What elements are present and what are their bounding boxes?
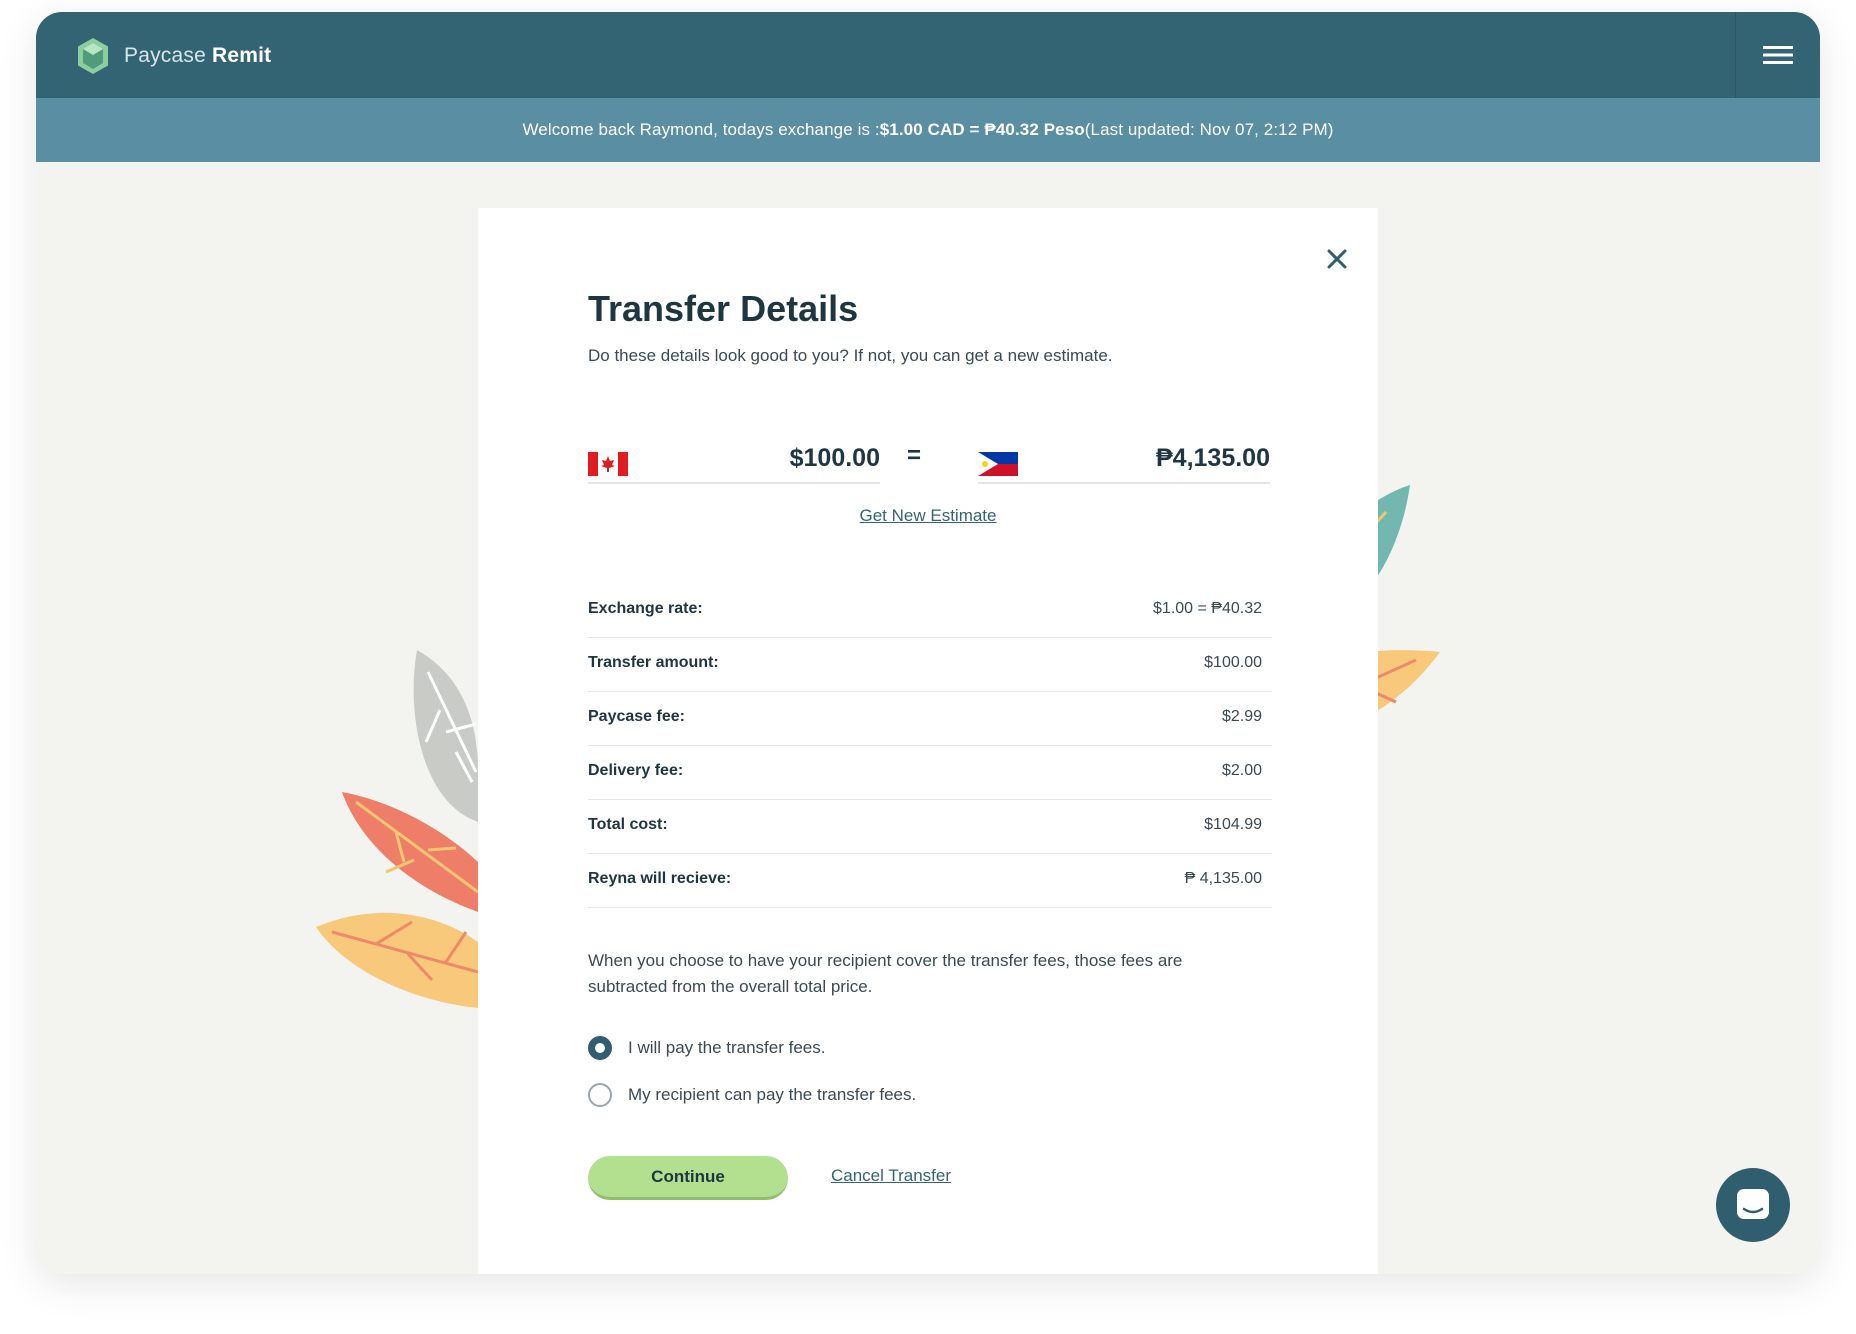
radio-option-recipient-pays[interactable]: My recipient can pay the transfer fees. xyxy=(588,1081,916,1109)
detail-label: Delivery fee: xyxy=(588,762,684,779)
detail-label: Paycase fee: xyxy=(588,708,685,725)
radio-option-sender-pays[interactable]: I will pay the transfer fees. xyxy=(588,1034,825,1062)
detail-row: Delivery fee: $2.00 xyxy=(588,746,1272,800)
brand-name-bold: Remit xyxy=(212,44,272,67)
detail-value: $100.00 xyxy=(1204,654,1262,671)
transfer-details-modal: Transfer Details Do these details look g… xyxy=(478,208,1378,1274)
fee-note: When you choose to have your recipient c… xyxy=(588,951,1183,996)
philippines-flag-icon xyxy=(978,452,1018,476)
detail-row: Total cost: $104.99 xyxy=(588,800,1272,854)
radio-button-checked[interactable] xyxy=(588,1036,612,1060)
receive-amount-field[interactable]: ₱4,135.00 xyxy=(978,438,1270,484)
close-button[interactable] xyxy=(1319,241,1355,277)
send-amount-field[interactable]: $100.00 xyxy=(588,438,880,484)
banner-rate: $1.00 CAD = ₱40.32 Peso xyxy=(879,120,1085,139)
detail-label: Reyna will recieve: xyxy=(588,870,732,887)
detail-row: Exchange rate: $1.00 = ₱40.32 xyxy=(588,584,1272,638)
banner-welcome-text: Welcome back Raymond, todays exchange is… xyxy=(522,120,880,139)
detail-row: Paycase fee: $2.99 xyxy=(588,692,1272,746)
top-navbar: Paycase Remit xyxy=(36,12,1820,98)
paycase-hexagon-logo-icon xyxy=(78,38,108,74)
transfer-details-list: Exchange rate: $1.00 = ₱40.32 Transfer a… xyxy=(588,584,1272,908)
app-window: Paycase Remit Welcome back Raymond, toda… xyxy=(36,12,1820,1274)
detail-value: $1.00 = ₱40.32 xyxy=(1153,600,1262,617)
equals-sign: = xyxy=(906,442,921,469)
detail-label: Transfer amount: xyxy=(588,654,719,671)
detail-row: Reyna will recieve: ₱ 4,135.00 xyxy=(588,854,1272,908)
detail-label: Exchange rate: xyxy=(588,600,703,617)
radio-label: My recipient can pay the transfer fees. xyxy=(628,1085,917,1104)
continue-button[interactable]: Continue xyxy=(588,1156,788,1200)
detail-value: $104.99 xyxy=(1204,816,1262,833)
page-title: Transfer Details xyxy=(588,288,859,329)
get-new-estimate-link[interactable]: Get New Estimate xyxy=(860,506,997,525)
page-subtitle: Do these details look good to you? If no… xyxy=(588,346,1113,365)
detail-value: $2.99 xyxy=(1221,708,1262,725)
menu-button[interactable] xyxy=(1736,12,1820,98)
cancel-transfer-link[interactable]: Cancel Transfer xyxy=(831,1166,951,1186)
send-amount-value: $100.00 xyxy=(789,444,880,472)
banner-updated: (Last updated: Nov 07, 2:12 PM) xyxy=(1084,120,1334,139)
chat-launcher-button[interactable] xyxy=(1716,1168,1790,1242)
brand-logo[interactable]: Paycase Remit xyxy=(76,36,271,76)
close-icon xyxy=(1327,249,1347,269)
hamburger-menu-icon xyxy=(1763,46,1793,64)
detail-row: Transfer amount: $100.00 xyxy=(588,638,1272,692)
get-new-estimate-row: Get New Estimate xyxy=(478,506,1378,526)
detail-value: $2.00 xyxy=(1221,762,1262,779)
detail-label: Total cost: xyxy=(588,816,668,833)
radio-label: I will pay the transfer fees. xyxy=(628,1038,826,1057)
radio-button-unchecked[interactable] xyxy=(588,1083,612,1107)
brand-name-light: Paycase xyxy=(124,44,206,67)
exchange-rate-banner: Welcome back Raymond, todays exchange is… xyxy=(36,98,1820,162)
canada-flag-icon xyxy=(588,452,628,476)
detail-value: ₱ 4,135.00 xyxy=(1184,870,1262,887)
receive-amount-value: ₱4,135.00 xyxy=(1156,444,1270,472)
chat-bubble-icon xyxy=(1737,1189,1769,1219)
